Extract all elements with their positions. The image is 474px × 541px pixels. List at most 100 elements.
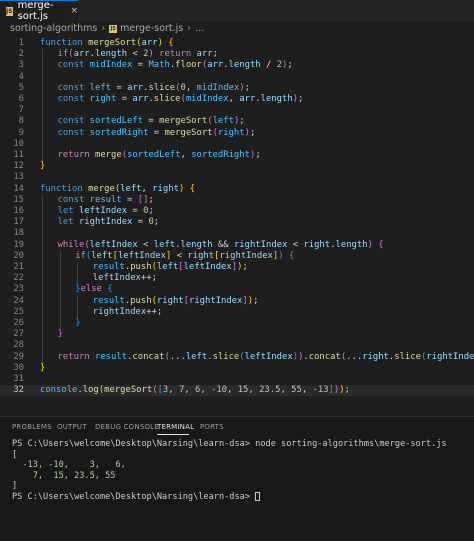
code-token: left <box>91 250 113 261</box>
breadcrumb-folder[interactable]: sorting-algorithms <box>10 23 97 34</box>
line-number: 13 <box>13 172 24 183</box>
code-line[interactable]: 28 <box>0 340 474 351</box>
code-token: function <box>40 38 89 48</box>
code-line[interactable]: 12} <box>0 161 474 172</box>
code-line[interactable]: 30} <box>0 363 474 374</box>
code-line[interactable]: 1 function mergeSort(arr) { <box>0 38 474 49</box>
tab-problems[interactable]: PROBLEMS <box>12 423 52 431</box>
code-token: let <box>57 217 79 228</box>
code-token: arr <box>207 60 224 71</box>
code-editor[interactable]: 1 function mergeSort(arr) {2 if(arr.length… <box>0 36 474 408</box>
line-number: 10 <box>13 138 24 149</box>
terminal-prompt[interactable]: PS C:\Users\welcome\Desktop\Narsing\lear… <box>12 491 447 503</box>
tab-merge-sort[interactable]: JS merge-sort.js × <box>0 0 78 22</box>
code-line[interactable]: 6 const right = arr.slice(midIndex, arr.l… <box>0 94 474 105</box>
code-token: const <box>57 116 90 127</box>
code-line[interactable]: 9 const sortedRight = mergeSort(right); <box>0 128 474 139</box>
line-number: 22 <box>13 273 24 284</box>
line-number: 17 <box>13 217 24 228</box>
tab-output[interactable]: OUTPUT <box>57 423 87 431</box>
code-line[interactable]: 23}else { <box>0 284 474 295</box>
code-line[interactable]: 7 <box>0 105 474 116</box>
line-number: 16 <box>13 206 24 216</box>
line-number: 11 <box>13 150 24 160</box>
code-line[interactable]: 15 const result = []; <box>0 195 474 206</box>
code-line[interactable]: 31 <box>0 374 474 385</box>
close-icon[interactable]: × <box>70 6 78 16</box>
code-line[interactable]: 29 return result.concat(...left.slice(lef… <box>0 352 474 363</box>
code-token: mergeSort <box>164 127 213 138</box>
code-line[interactable]: 4 <box>0 72 474 83</box>
code-text: return result.concat(...left.slice(leftI… <box>58 352 474 363</box>
code-line[interactable]: 2 if(arr.length < 2) return arr; <box>0 49 474 60</box>
breadcrumb-file[interactable]: merge-sort.js <box>120 23 183 34</box>
code-line[interactable]: 27} <box>0 329 474 340</box>
line-number: 19 <box>13 239 24 250</box>
code-line[interactable]: 10 <box>0 139 474 150</box>
code-token: = <box>111 82 128 93</box>
code-line[interactable]: 13 <box>0 172 474 183</box>
code-token: { <box>288 250 295 261</box>
code-token: , <box>228 94 240 104</box>
line-number: 2 <box>18 49 24 60</box>
code-token: merge <box>88 183 115 194</box>
code-line[interactable]: 11 return merge(sortedLeft, sortedRight); <box>0 150 474 161</box>
code-token: length <box>260 94 293 104</box>
code-line[interactable]: 16 let leftIndex = 0; <box>0 206 474 217</box>
code-line[interactable]: 25 rightIndex++; <box>0 307 474 318</box>
code-token: { <box>107 284 113 295</box>
code-token: arr <box>73 49 90 60</box>
code-text: return merge(sortedLeft, sortedRight); <box>58 150 261 161</box>
code-token: , <box>168 385 179 396</box>
chevron-right-icon: › <box>101 23 106 34</box>
code-token: right <box>156 295 184 306</box>
code-token: leftIndex <box>89 239 138 250</box>
code-token: arr <box>196 49 213 60</box>
line-number: 18 <box>13 228 24 239</box>
code-line[interactable]: 18 <box>0 228 474 239</box>
line-number: 27 <box>13 329 24 340</box>
line-number: 1 <box>18 38 24 48</box>
code-line[interactable]: 8 const sortedLeft = mergeSort(left); <box>0 116 474 127</box>
code-line[interactable]: 17 let rightIndex = 0; <box>0 217 474 228</box>
code-text: leftIndex++; <box>93 273 157 284</box>
terminal-output[interactable]: PS C:\Users\welcome\Desktop\Narsing\lear… <box>12 439 447 503</box>
code-text: const sortedRight = mergeSort(right); <box>58 128 256 139</box>
code-line[interactable]: 22 leftIndex++; <box>0 273 474 284</box>
code-line[interactable]: 26} <box>0 318 474 329</box>
tab-label: merge-sort.js <box>17 0 54 22</box>
code-token: } <box>57 329 63 340</box>
code-text: while(leftIndex < left.length && rightIn… <box>58 240 384 251</box>
code-token: slice <box>153 94 181 104</box>
code-line[interactable]: 20 if(left[leftIndex] < right[rightIndex]… <box>0 251 474 262</box>
tab-debug-console[interactable]: DEBUG CONSOLE <box>95 423 159 431</box>
code-token: sortedRight <box>191 150 250 160</box>
line-number: 29 <box>13 351 24 362</box>
code-token: const <box>57 194 90 205</box>
code-token: } <box>40 161 46 172</box>
code-text: const left = arr.slice(0, midIndex); <box>58 83 250 94</box>
code-line[interactable]: 19 while(leftIndex < left.length && right… <box>0 240 474 251</box>
code-token: left <box>120 183 142 194</box>
code-line[interactable]: 32 console.log(mergeSort([3, 7, 6, -10, 1… <box>0 385 474 397</box>
code-token: = <box>143 116 160 127</box>
code-token: midIndex <box>89 60 133 71</box>
code-token: rightIndex <box>219 250 273 261</box>
tab-terminal[interactable]: TERMINAL <box>157 423 194 431</box>
code-line[interactable]: 5 const left = arr.slice(0, midIndex); <box>0 83 474 94</box>
breadcrumb-more[interactable]: ... <box>195 23 204 34</box>
code-token: ++; <box>140 273 157 284</box>
code-token: leftIndex <box>117 250 167 261</box>
code-token: ; <box>344 385 350 396</box>
code-token: && <box>212 239 234 250</box>
code-token: right <box>303 239 331 250</box>
code-line[interactable]: 14 function merge(left, right) { <box>0 184 474 195</box>
code-text: }else { <box>75 284 112 295</box>
code-token: , <box>141 183 153 194</box>
line-number: 4 <box>18 71 24 82</box>
code-line[interactable]: 3 const midIndex = Math.floor(arr.length … <box>0 60 474 71</box>
code-token: push <box>130 295 152 306</box>
code-line[interactable]: 21 result.push(left[leftIndex]); <box>0 262 474 273</box>
code-line[interactable]: 24 result.push(right[rightIndex]); <box>0 296 474 307</box>
tab-ports[interactable]: PORTS <box>200 423 224 431</box>
